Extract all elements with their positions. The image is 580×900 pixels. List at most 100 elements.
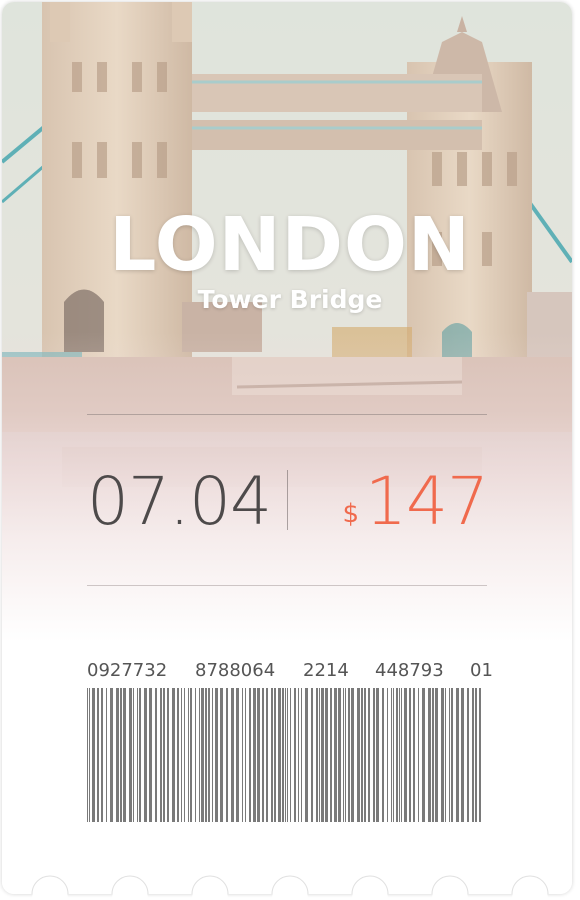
- barcode: [87, 688, 481, 822]
- price-amount: 147: [365, 463, 489, 540]
- barcode-bar: [201, 688, 204, 822]
- barcode-bar: [163, 688, 165, 822]
- barcode-bar: [110, 688, 113, 822]
- travel-date: 07.04: [87, 463, 272, 540]
- barcode-digits-5: 01: [470, 660, 493, 681]
- barcode-bar: [428, 688, 431, 822]
- barcode-bar: [172, 688, 175, 822]
- barcode-bar: [305, 688, 308, 822]
- barcode-bar: [282, 688, 284, 822]
- barcode-digits-2: 8788064: [195, 660, 276, 681]
- barcode-bar: [413, 688, 415, 822]
- barcode-bar: [199, 688, 200, 822]
- barcode-bar: [184, 688, 185, 822]
- barcode-bar: [316, 688, 318, 822]
- barcode-bar: [253, 688, 256, 822]
- barcode-bar: [149, 688, 152, 822]
- barcode-bar: [271, 688, 273, 822]
- barcode-bar: [129, 688, 132, 822]
- currency-symbol: $: [342, 499, 360, 529]
- barcode-bar: [245, 688, 246, 822]
- barcode-bar: [472, 688, 474, 822]
- barcode-bar: [325, 688, 328, 822]
- barcode-bar: [361, 688, 363, 822]
- barcode-bar: [294, 688, 296, 822]
- barcode-bar: [274, 688, 276, 822]
- barcode-bar: [351, 688, 354, 822]
- barcode-bar: [449, 688, 450, 822]
- barcode-bar: [242, 688, 243, 822]
- barcode-bar: [212, 688, 213, 822]
- ticket-price: $147: [342, 463, 489, 555]
- barcode-bar: [190, 688, 192, 822]
- barcode-bar: [409, 688, 411, 822]
- barcode-bar: [435, 688, 438, 822]
- barcode-bar: [89, 688, 90, 822]
- barcode-bar: [285, 688, 286, 822]
- barcode-bar: [139, 688, 141, 822]
- barcode-bar: [188, 688, 189, 822]
- barcode-bar: [236, 688, 239, 822]
- barcode-bar: [357, 688, 360, 822]
- barcode-bar: [387, 688, 388, 822]
- barcode-bar: [298, 688, 299, 822]
- barcode-bar: [382, 688, 384, 822]
- barcode-bar: [226, 688, 228, 822]
- barcode-bar: [106, 688, 107, 822]
- barcode-bar: [266, 688, 268, 822]
- barcode-bar: [467, 688, 469, 822]
- barcode-bar: [116, 688, 119, 822]
- barcode-bar: [290, 688, 291, 822]
- barcode-bar: [343, 688, 344, 822]
- barcode-bar: [445, 688, 446, 822]
- barcode-bar: [257, 688, 260, 822]
- barcode-bar: [319, 688, 320, 822]
- barcode-bar: [475, 688, 477, 822]
- barcode-bar: [348, 688, 350, 822]
- barcode-bar: [215, 688, 218, 822]
- barcode-bar: [404, 688, 407, 822]
- barcode-bar: [287, 688, 288, 822]
- barcode-bar: [262, 688, 264, 822]
- barcode-bar: [345, 688, 346, 822]
- barcode-bar: [311, 688, 313, 822]
- barcode-bar: [441, 688, 444, 822]
- barcode-bar: [220, 688, 223, 822]
- landmark-subtitle: Tower Bridge: [197, 285, 383, 314]
- barcode-bar: [456, 688, 459, 822]
- barcode-bar: [368, 688, 370, 822]
- barcode-bar: [97, 688, 99, 822]
- barcode-bar: [338, 688, 341, 822]
- barcode-bar: [160, 688, 162, 822]
- barcode-bar: [123, 688, 126, 822]
- barcode-digits-1: 0927732: [87, 660, 168, 681]
- city-title: LONDON: [109, 202, 471, 288]
- barcode-bar: [181, 688, 182, 822]
- barcode-bar: [101, 688, 103, 822]
- barcode-bar: [92, 688, 95, 822]
- barcode-bar: [376, 688, 379, 822]
- barcode-digits-4: 448793: [375, 660, 444, 681]
- barcode-bar: [205, 688, 207, 822]
- barcode-bar: [231, 688, 234, 822]
- barcode-bar: [422, 688, 425, 822]
- barcode-bar: [393, 688, 394, 822]
- barcode-bar: [87, 688, 88, 822]
- barcode-digits-3: 2214: [303, 660, 349, 681]
- vertical-divider: [287, 470, 288, 530]
- barcode-bar: [167, 688, 169, 822]
- barcode-bar: [396, 688, 398, 822]
- bottom-divider: [87, 585, 487, 586]
- barcode-bar: [373, 688, 375, 822]
- barcode-bar: [418, 688, 419, 822]
- barcode-bar: [330, 688, 332, 822]
- barcode-bar: [137, 688, 138, 822]
- barcode-bar: [364, 688, 366, 822]
- barcode-bar: [278, 688, 281, 822]
- barcode-bar: [461, 688, 464, 822]
- barcode-bar: [133, 688, 134, 822]
- barcode-bar: [155, 688, 157, 822]
- top-divider: [87, 414, 487, 415]
- barcode-bar: [120, 688, 122, 822]
- barcode-bar: [432, 688, 434, 822]
